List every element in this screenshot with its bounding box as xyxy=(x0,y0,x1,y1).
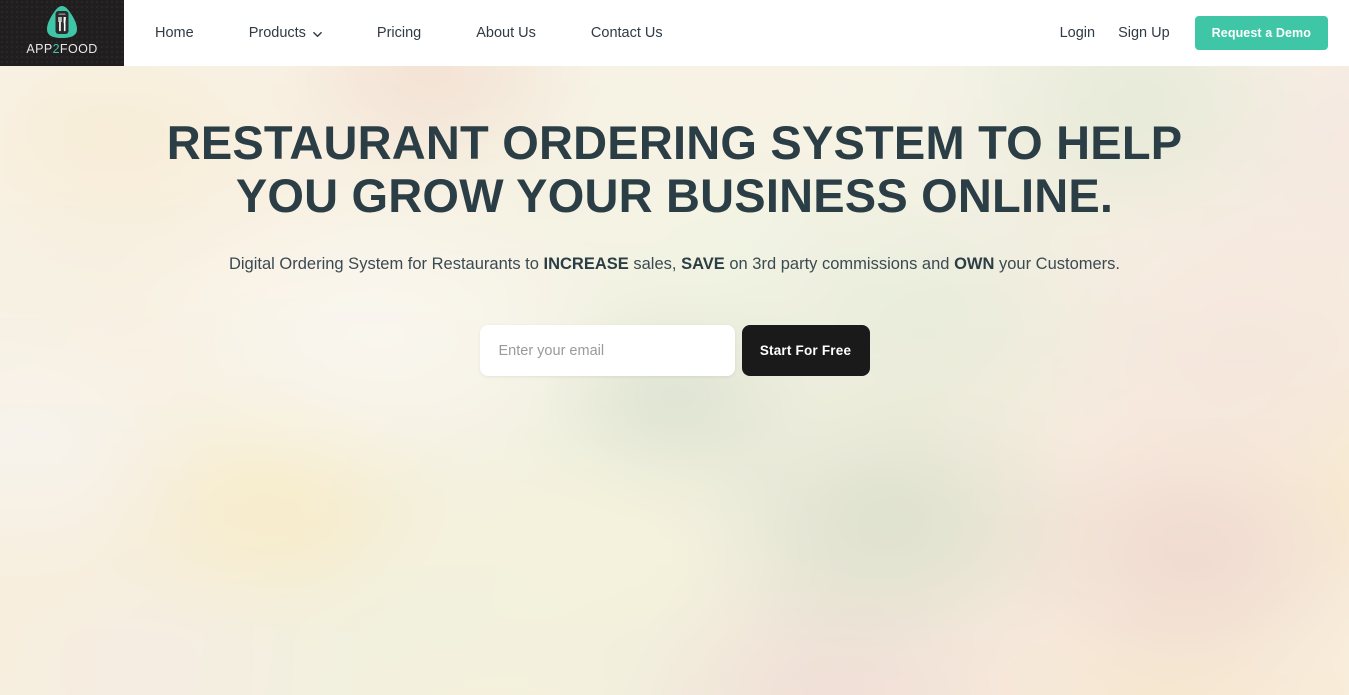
chevron-down-icon xyxy=(313,30,322,39)
nav-item-about-us-label: About Us xyxy=(476,25,536,41)
nav-item-pricing[interactable]: Pricing xyxy=(377,25,421,41)
signup-form: Start For Free xyxy=(479,325,870,376)
logo-panel[interactable]: APP2FOOD xyxy=(0,0,124,66)
header-actions: Login Sign Up Request a Demo xyxy=(1060,0,1328,66)
site-header: APP2FOOD Home Products Pricing About Us … xyxy=(0,0,1349,66)
nav-item-contact-us[interactable]: Contact Us xyxy=(591,25,663,41)
nav-item-products[interactable]: Products xyxy=(249,25,322,41)
subhead-part-4: your Customers. xyxy=(994,255,1121,273)
main-navigation: Home Products Pricing About Us Contact U… xyxy=(155,0,663,66)
subhead-part-1: Digital Ordering System for Restaurants … xyxy=(228,255,544,273)
page-title: RESTAURANT ORDERING SYSTEM TO HELP YOU G… xyxy=(166,116,1183,222)
nav-item-home-label: Home xyxy=(155,25,194,41)
subhead-bold-increase: INCREASE xyxy=(543,255,629,273)
subhead-bold-save: SAVE xyxy=(681,255,725,273)
request-demo-button[interactable]: Request a Demo xyxy=(1194,16,1328,50)
hero-content: RESTAURANT ORDERING SYSTEM TO HELP YOU G… xyxy=(0,66,1349,695)
logo-wordmark: APP2FOOD xyxy=(26,42,98,56)
nav-item-home[interactable]: Home xyxy=(155,25,194,41)
nav-item-contact-us-label: Contact Us xyxy=(590,25,663,41)
subhead-bold-own: OWN xyxy=(954,255,995,273)
hero-section: RESTAURANT ORDERING SYSTEM TO HELP YOU G… xyxy=(0,66,1349,695)
signup-link[interactable]: Sign Up xyxy=(1118,25,1170,41)
email-input[interactable] xyxy=(479,325,735,376)
nav-item-products-label: Products xyxy=(248,25,306,41)
subhead-part-3: on 3rd party commissions and xyxy=(724,255,955,273)
fork-knife-logo-icon xyxy=(42,4,82,42)
nav-item-pricing-label: Pricing xyxy=(376,25,422,41)
subhead-part-2: sales, xyxy=(628,255,682,273)
login-link[interactable]: Login xyxy=(1060,25,1095,41)
nav-item-about-us[interactable]: About Us xyxy=(476,25,536,41)
hero-subheading: Digital Ordering System for Restaurants … xyxy=(195,252,1155,277)
start-for-free-button[interactable]: Start For Free xyxy=(741,325,870,376)
